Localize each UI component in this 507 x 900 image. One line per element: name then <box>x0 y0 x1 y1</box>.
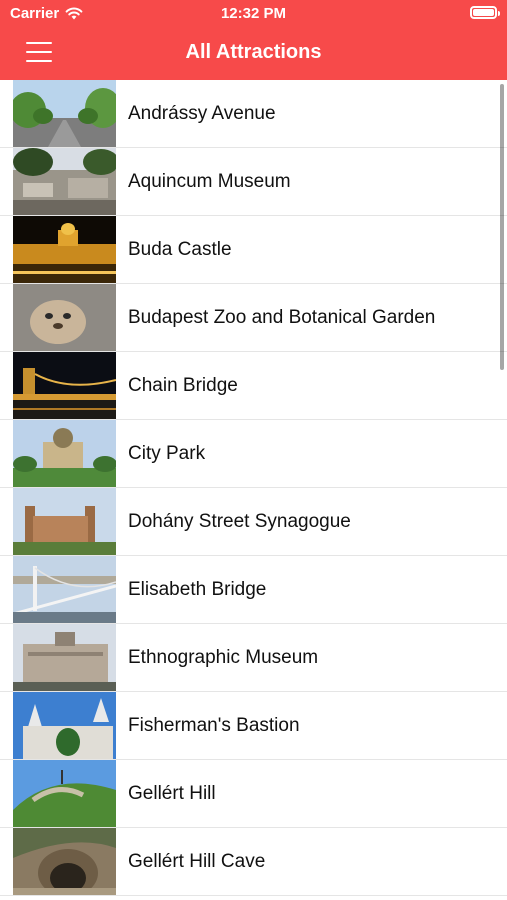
page-title: All Attractions <box>185 41 322 63</box>
attraction-thumbnail <box>13 828 116 895</box>
list-item[interactable]: Aquincum Museum <box>0 148 507 216</box>
attraction-name: Elisabeth Bridge <box>128 579 267 600</box>
status-bar: Carrier 12:32 PM <box>0 0 507 28</box>
navigation-bar: All Attractions <box>0 28 507 80</box>
attraction-thumbnail <box>13 488 116 555</box>
list-item[interactable]: Ethnographic Museum <box>0 624 507 692</box>
attraction-thumbnail <box>13 284 116 351</box>
attraction-name: Dohány Street Synagogue <box>128 511 351 532</box>
attraction-name: Buda Castle <box>128 239 232 260</box>
attractions-list[interactable]: Andrássy Avenue Aquincum Museum Buda Cas… <box>0 80 507 900</box>
attraction-name: Ethnographic Museum <box>128 647 319 668</box>
attraction-thumbnail <box>13 624 116 691</box>
attraction-name: Budapest Zoo and Botanical Garden <box>128 307 436 328</box>
attraction-name: Gellért Hill Cave <box>128 851 266 872</box>
attraction-thumbnail <box>13 420 116 487</box>
attraction-name: Chain Bridge <box>128 375 238 396</box>
status-time: 12:32 PM <box>220 5 287 22</box>
attraction-thumbnail <box>13 148 116 215</box>
list-item[interactable]: Dohány Street Synagogue <box>0 488 507 556</box>
list-item[interactable]: Gellért Hill <box>0 760 507 828</box>
list-item[interactable]: Buda Castle <box>0 216 507 284</box>
list-item[interactable]: Elisabeth Bridge <box>0 556 507 624</box>
list-item[interactable]: Gellért Hill Cave <box>0 828 507 896</box>
list-item[interactable]: City Park <box>0 420 507 488</box>
attraction-name: City Park <box>128 443 206 464</box>
list-item[interactable]: Chain Bridge <box>0 352 507 420</box>
top-bar: Carrier 12:32 PM All Attractions <box>0 0 507 80</box>
attraction-thumbnail <box>13 216 116 283</box>
list-item[interactable]: Andrássy Avenue <box>0 80 507 148</box>
attraction-thumbnail <box>13 760 116 827</box>
list-item[interactable]: Budapest Zoo and Botanical Garden <box>0 284 507 352</box>
attraction-name: Fisherman's Bastion <box>128 715 300 736</box>
attraction-name: Gellért Hill <box>128 783 216 804</box>
scrollbar[interactable] <box>500 84 504 370</box>
list-item[interactable]: Fisherman's Bastion <box>0 692 507 760</box>
attraction-thumbnail <box>13 556 116 623</box>
attraction-thumbnail <box>13 80 116 147</box>
attraction-name: Andrássy Avenue <box>128 103 276 124</box>
battery-icon <box>470 6 500 19</box>
attraction-thumbnail <box>13 692 116 759</box>
attraction-name: Aquincum Museum <box>128 171 291 192</box>
attraction-thumbnail <box>13 352 116 419</box>
